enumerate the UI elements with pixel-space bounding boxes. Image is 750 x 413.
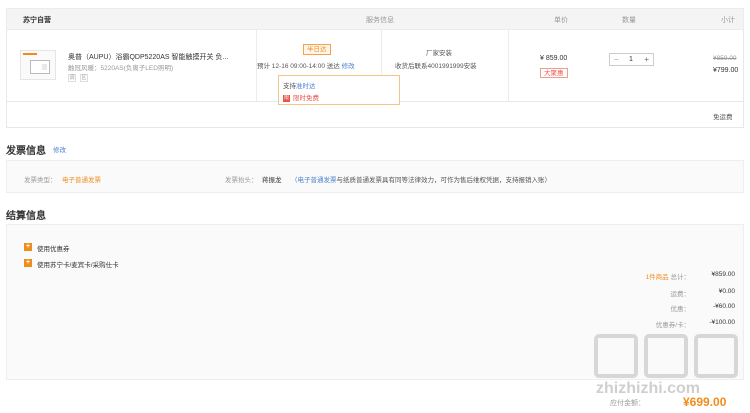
use-coupon-option[interactable]: 使用优惠券 [37, 243, 70, 253]
summary-label: 运费： [670, 291, 691, 298]
delivery-promo-popup: 支持准时达 限限时免费 [278, 75, 400, 105]
cart-header: 苏宁自营 服务信息 单价 数量 小计 [6, 8, 744, 30]
brand-logo [23, 53, 37, 55]
delivery-time-text: 预计 12-16 09:00-14:00 送达 [257, 63, 340, 70]
product-spec: 触冠风暖：5220AS(负离子LED照明) [68, 65, 174, 72]
on-time-link[interactable]: 准时达 [296, 83, 316, 90]
quantity-value[interactable]: 1 [629, 55, 633, 65]
shipping-bar [6, 102, 744, 128]
increase-button[interactable]: + [644, 55, 649, 65]
price-column-header: 单价 [554, 17, 568, 24]
product-image [30, 60, 50, 74]
promo-badge: 大聚惠 [540, 68, 568, 78]
service-column-header: 服务信息 [366, 17, 394, 24]
summary-label: 1件商品 总计： [645, 274, 690, 281]
delivery-badge: 半日达 [303, 44, 331, 55]
service-contact: 收货后联系4001991999安装 [395, 63, 477, 70]
invoice-note-text: 与纸质普通发票具有同等法律效力，可作为售后维权凭据，支持报销入账） [336, 177, 552, 184]
store-name[interactable]: 苏宁自营 [23, 15, 51, 25]
product-title[interactable]: 奥普（AUPU）浴霸QDP5220AS 智能触摸开关 负... [68, 52, 228, 62]
invoice-note: （电子普通发票与纸质普通发票具有同等法律效力，可作为售后维权凭据，支持报销入账） [291, 174, 551, 184]
use-card-option[interactable]: 使用苏宁卡/麦宾卡/采购仕卡 [37, 259, 119, 269]
divider [508, 30, 509, 102]
promo-support: 支持准时达 [283, 80, 316, 90]
invoice-header-label: 发票抬头： [225, 177, 258, 184]
product-tag: 区 [80, 74, 88, 82]
summary-value: ¥859.00 [711, 271, 736, 278]
watermark-logo-icon [644, 334, 688, 378]
card-expand-icon[interactable]: + [24, 259, 32, 267]
service-install: 厂家安装 [426, 50, 452, 57]
invoice-note-highlight: （电子普通发票 [291, 177, 337, 184]
summary-value: -¥60.00 [712, 303, 735, 310]
invoice-type-value: 电子普通发票 [62, 177, 101, 184]
settlement-section-title: 结算信息 [6, 211, 46, 222]
original-subtotal: ¥859.00 [713, 55, 737, 62]
unit-price: ¥ 859.00 [540, 55, 568, 62]
promo-free-text: 限时免费 [293, 95, 319, 102]
promo-free: 限限时免费 [283, 92, 319, 102]
watermark-logo-icon [594, 334, 638, 378]
watermark: zhizhizhi.com [594, 328, 744, 413]
invoice-edit-link[interactable]: 修改 [53, 144, 66, 154]
product-tag: 调 [68, 74, 76, 82]
subtotal-column-header: 小计 [721, 17, 735, 24]
invoice-type-label: 发票类型： [24, 177, 57, 184]
watermark-text: zhizhizhi.com [596, 380, 700, 397]
summary-value: ¥0.00 [718, 288, 735, 295]
delivery-edit-link[interactable]: 修改 [342, 63, 355, 70]
delivery-time: 预计 12-16 09:00-14:00 送达 修改 [257, 60, 355, 70]
coupon-expand-icon[interactable]: + [24, 243, 32, 251]
decrease-button[interactable]: − [614, 55, 619, 65]
summary-label: 优惠： [670, 306, 691, 313]
item-count: 1件商品 [645, 274, 669, 281]
limited-icon: 限 [283, 94, 290, 102]
quantity-column-header: 数量 [622, 17, 636, 24]
invoice-section-title: 发票信息 [6, 146, 46, 157]
quantity-stepper[interactable]: − 1 + [609, 53, 654, 66]
summary-value: -¥100.00 [709, 319, 735, 326]
subtotal: ¥799.00 [713, 67, 739, 74]
watermark-logo-icon [694, 334, 738, 378]
product-thumbnail[interactable] [20, 50, 56, 80]
free-shipping: 免运费 [713, 114, 733, 121]
promo-support-text: 支持 [283, 83, 296, 90]
invoice-header-value: 蒋振龙 [262, 177, 282, 184]
